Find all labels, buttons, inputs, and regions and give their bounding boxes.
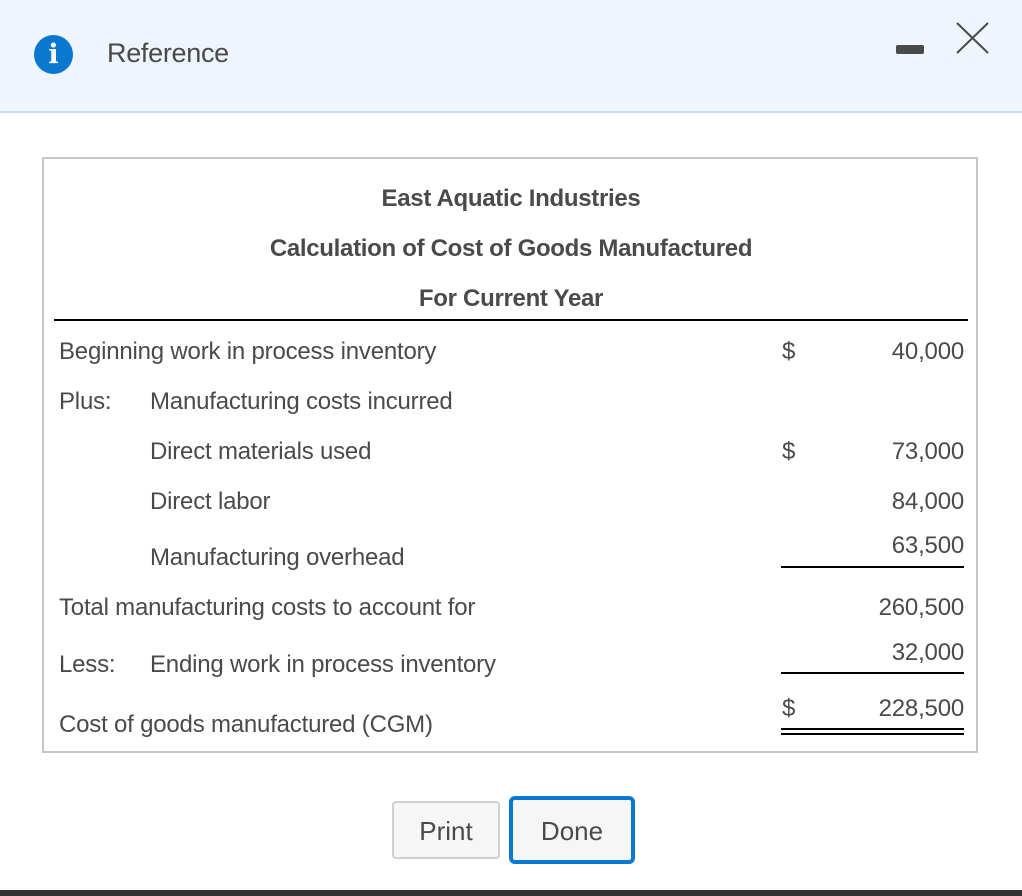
info-icon: i: [34, 35, 73, 74]
row-prefix: Less:: [59, 651, 116, 678]
row-amount: 40,000: [891, 338, 964, 365]
company-name: East Aquatic Industries: [381, 185, 641, 212]
total-double-rule-top: [781, 728, 964, 730]
minimize-button[interactable]: [896, 44, 926, 55]
close-button[interactable]: [955, 22, 991, 58]
row-amount: 228,500: [878, 695, 965, 722]
minimize-icon: [896, 45, 924, 54]
statement-title: Calculation of Cost of Goods Manufacture…: [269, 235, 753, 262]
row-label: Total manufacturing costs to account for: [59, 594, 476, 621]
row-amount: 73,000: [891, 438, 964, 465]
close-icon: [956, 22, 989, 54]
statement-period: For Current Year: [418, 285, 604, 312]
bottom-bar: [0, 890, 1022, 896]
total-double-rule-bottom: [781, 733, 964, 735]
row-amount: 63,500: [891, 532, 964, 559]
header-rule: [54, 319, 968, 321]
dialog-header: i Reference: [0, 0, 1022, 113]
row-label: Manufacturing costs incurred: [150, 388, 453, 415]
row-amount: 84,000: [891, 488, 964, 515]
subtotal-rule: [781, 566, 964, 568]
done-button[interactable]: Done: [509, 796, 635, 864]
print-button[interactable]: Print: [392, 801, 500, 859]
row-amount: 260,500: [878, 594, 965, 621]
row-label: Ending work in process inventory: [150, 651, 496, 678]
row-label: Cost of goods manufactured (CGM): [59, 711, 433, 738]
row-label: Beginning work in process inventory: [59, 338, 437, 365]
dialog-title: Reference: [107, 38, 229, 68]
row-prefix: Plus:: [59, 388, 112, 415]
row-label: Manufacturing overhead: [150, 544, 405, 571]
row-label: Direct labor: [150, 488, 271, 515]
row-amount: 32,000: [891, 639, 964, 666]
subtotal-rule: [781, 672, 964, 674]
row-label: Direct materials used: [150, 438, 372, 465]
